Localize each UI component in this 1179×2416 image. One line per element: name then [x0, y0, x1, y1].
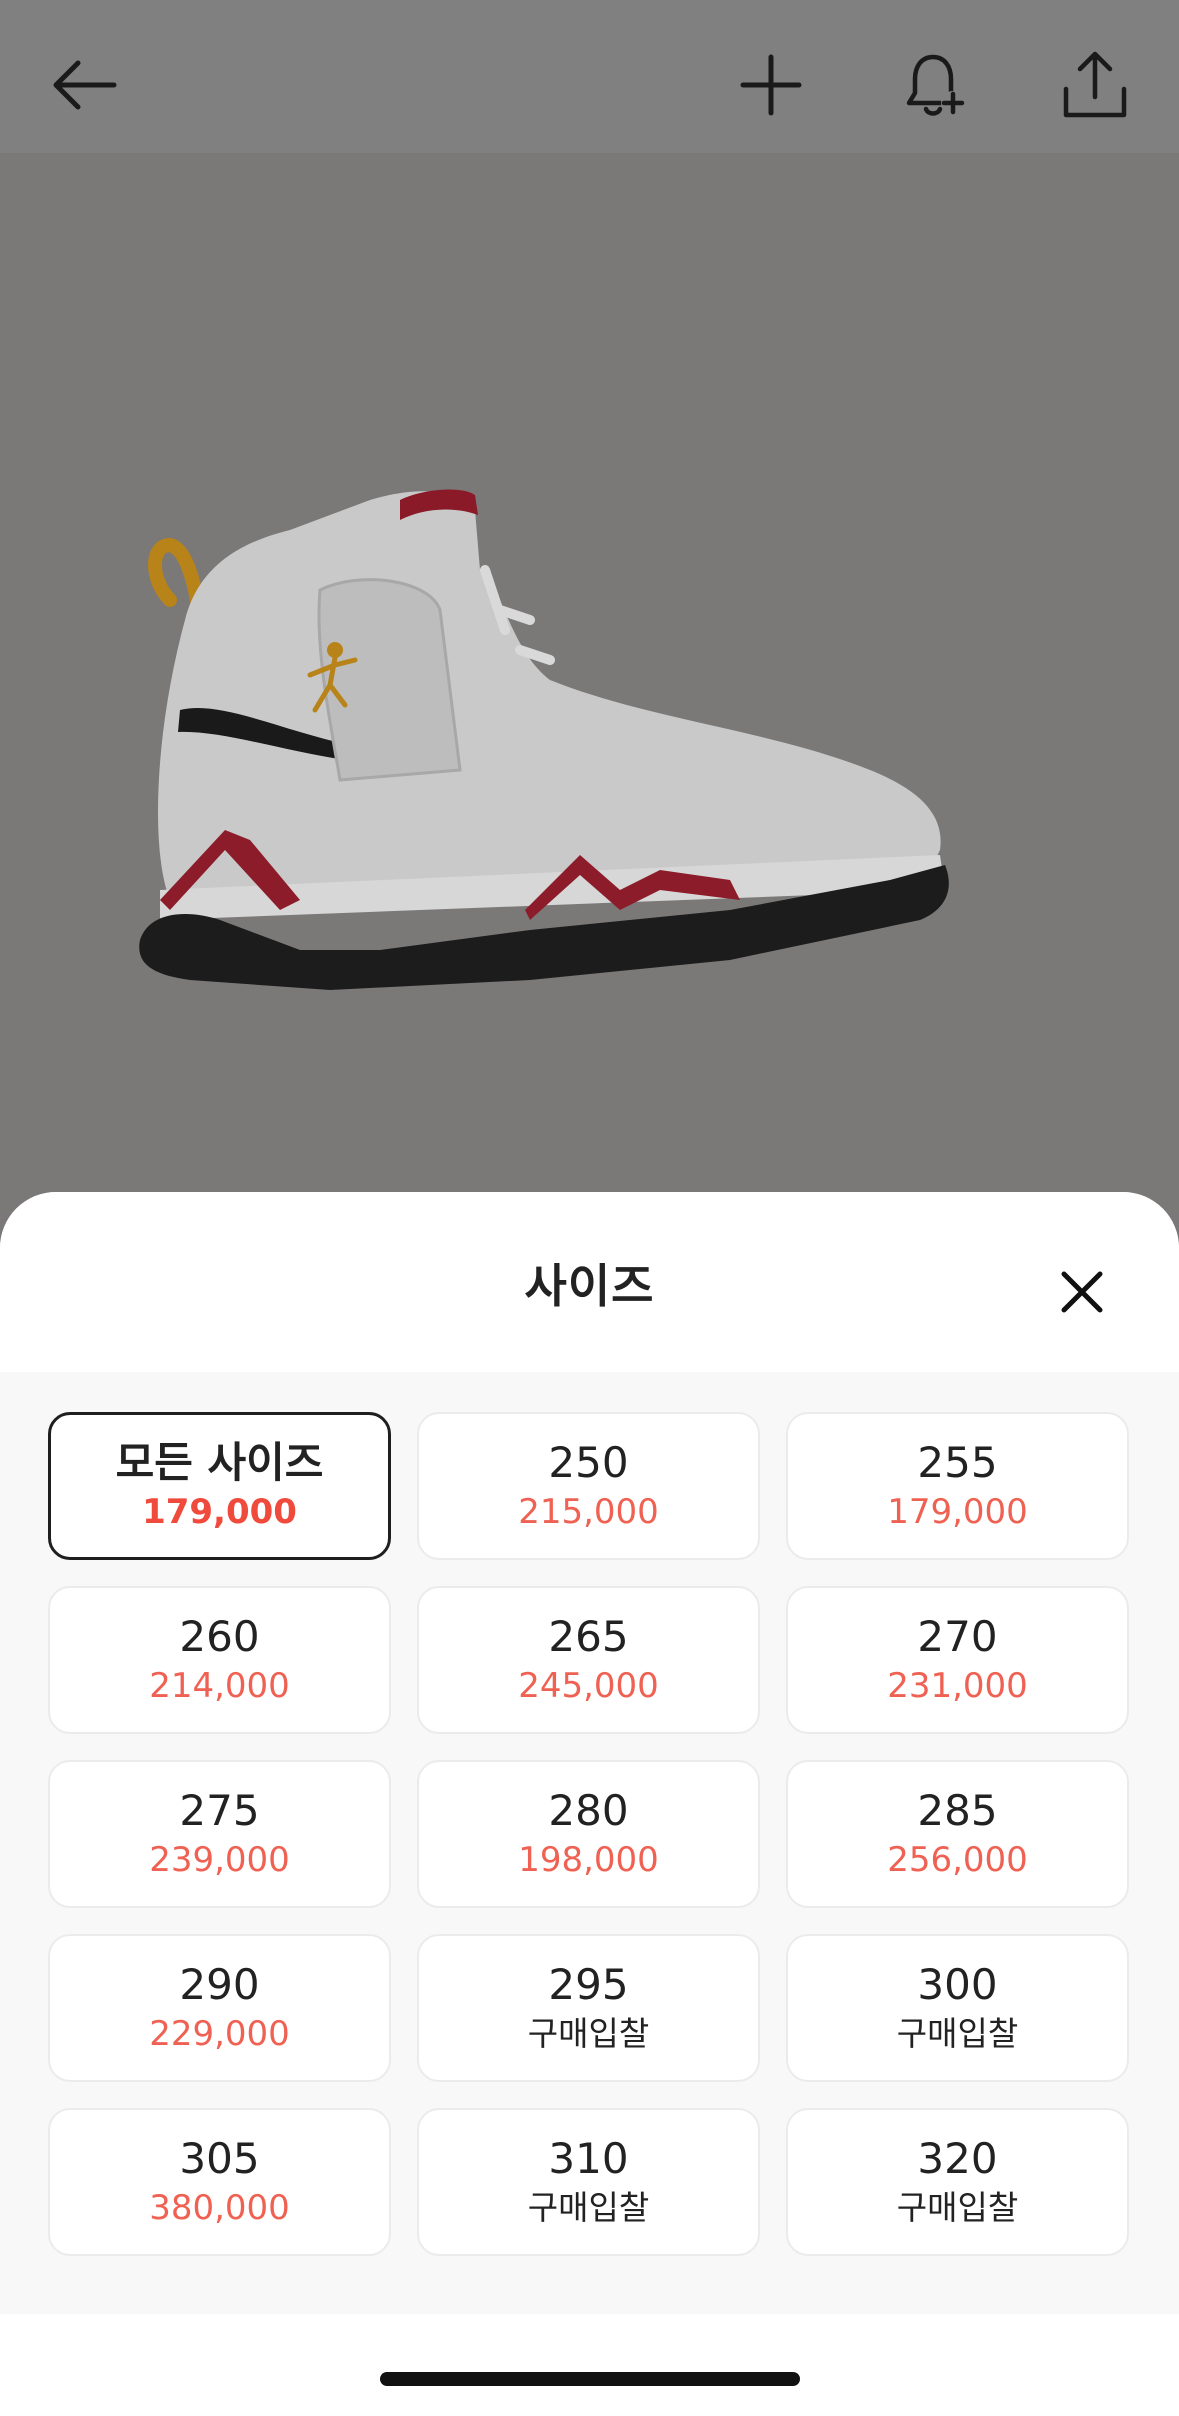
- size-price: 380,000: [149, 2188, 290, 2228]
- size-option-305[interactable]: 305 380,000: [48, 2108, 391, 2256]
- size-option-250[interactable]: 250 215,000: [417, 1412, 760, 1560]
- size-label: 290: [179, 1960, 260, 2009]
- size-option-310[interactable]: 310 구매입찰: [417, 2108, 760, 2256]
- size-price: 239,000: [149, 1840, 290, 1880]
- size-bid-label: 구매입찰: [896, 2014, 1019, 2053]
- top-navigation-bar: [0, 0, 1179, 153]
- size-bid-label: 구매입찰: [896, 2188, 1019, 2227]
- size-option-290[interactable]: 290 229,000: [48, 1934, 391, 2082]
- size-option-280[interactable]: 280 198,000: [417, 1760, 760, 1908]
- close-button[interactable]: [1044, 1254, 1120, 1330]
- home-indicator: [380, 2372, 800, 2386]
- bell-plus-icon[interactable]: [890, 40, 980, 130]
- size-label: 320: [917, 2134, 998, 2183]
- size-label: 310: [548, 2134, 629, 2183]
- sheet-header: 사이즈: [0, 1192, 1179, 1372]
- size-label: 285: [917, 1786, 998, 1835]
- size-option-270[interactable]: 270 231,000: [786, 1586, 1129, 1734]
- sheet-title: 사이즈: [524, 1259, 655, 1313]
- size-bid-label: 구매입찰: [527, 2014, 650, 2053]
- back-arrow-icon[interactable]: [38, 40, 128, 130]
- size-grid-area: 모든 사이즈 179,000 250 215,000 255 179,000 2…: [0, 1372, 1179, 2314]
- size-option-265[interactable]: 265 245,000: [417, 1586, 760, 1734]
- size-label: 250: [548, 1438, 629, 1487]
- size-price: 179,000: [887, 1492, 1028, 1532]
- size-label: 275: [179, 1786, 260, 1835]
- size-grid: 모든 사이즈 179,000 250 215,000 255 179,000 2…: [48, 1412, 1129, 2256]
- size-label: 270: [917, 1612, 998, 1661]
- size-label: 305: [179, 2134, 260, 2183]
- size-option-all[interactable]: 모든 사이즈 179,000: [48, 1412, 391, 1560]
- size-price: 245,000: [518, 1666, 659, 1706]
- size-option-300[interactable]: 300 구매입찰: [786, 1934, 1129, 2082]
- share-icon[interactable]: [1050, 40, 1140, 130]
- size-label: 255: [917, 1438, 998, 1487]
- size-option-260[interactable]: 260 214,000: [48, 1586, 391, 1734]
- size-option-285[interactable]: 285 256,000: [786, 1760, 1129, 1908]
- size-option-275[interactable]: 275 239,000: [48, 1760, 391, 1908]
- size-label: 모든 사이즈: [115, 1438, 324, 1487]
- size-price: 179,000: [142, 1492, 297, 1532]
- size-option-255[interactable]: 255 179,000: [786, 1412, 1129, 1560]
- size-label: 295: [548, 1960, 629, 2009]
- size-option-320[interactable]: 320 구매입찰: [786, 2108, 1129, 2256]
- size-option-295[interactable]: 295 구매입찰: [417, 1934, 760, 2082]
- close-icon: [1061, 1271, 1103, 1313]
- size-price: 198,000: [518, 1840, 659, 1880]
- size-label: 260: [179, 1612, 260, 1661]
- size-price: 215,000: [518, 1492, 659, 1532]
- size-price: 256,000: [887, 1840, 1028, 1880]
- size-price: 229,000: [149, 2014, 290, 2054]
- size-label: 280: [548, 1786, 629, 1835]
- size-selection-sheet: 사이즈 모든 사이즈 179,000 250 215,000 255 179,0…: [0, 1192, 1179, 2416]
- size-price: 214,000: [149, 1666, 290, 1706]
- size-label: 265: [548, 1612, 629, 1661]
- size-price: 231,000: [887, 1666, 1028, 1706]
- size-label: 300: [917, 1960, 998, 2009]
- plus-icon[interactable]: [726, 40, 816, 130]
- size-bid-label: 구매입찰: [527, 2188, 650, 2227]
- sneaker-image: [139, 489, 949, 990]
